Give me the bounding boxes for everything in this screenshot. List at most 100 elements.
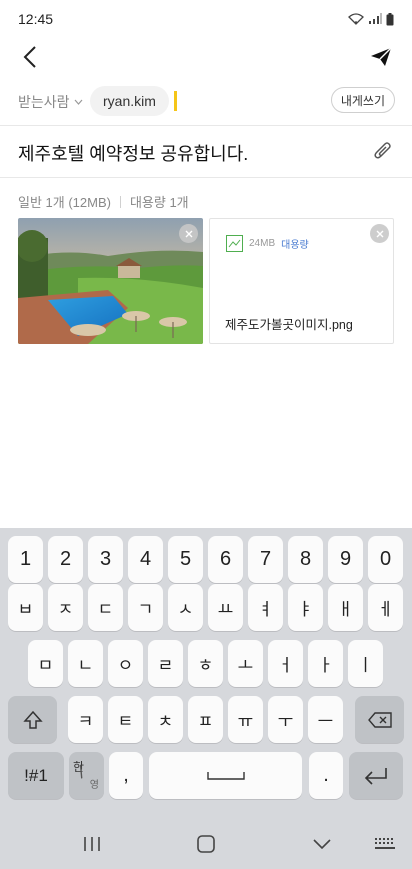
- key-hangul[interactable]: ㅔ: [368, 584, 403, 631]
- key-hangul[interactable]: ㅇ: [108, 640, 143, 687]
- period-key[interactable]: .: [309, 752, 343, 799]
- file-attachment[interactable]: 24MB 대용량 제주도가볼곳이미지.png: [209, 218, 394, 344]
- key-hangul[interactable]: ㄴ: [68, 640, 103, 687]
- key-0[interactable]: 0: [368, 536, 403, 583]
- shift-key[interactable]: [8, 696, 57, 743]
- enter-key[interactable]: [349, 752, 403, 799]
- keyboard-icon: [375, 838, 395, 849]
- back-nav-button[interactable]: [310, 830, 334, 858]
- close-icon: [376, 230, 383, 237]
- key-hangul[interactable]: ㄹ: [148, 640, 183, 687]
- recipient-label-text: 받는사람: [18, 94, 70, 110]
- key-4[interactable]: 4: [128, 536, 163, 583]
- key-hangul[interactable]: ㅁ: [28, 640, 63, 687]
- backspace-icon: [367, 711, 392, 728]
- paper-plane-icon: [371, 47, 392, 66]
- key-6[interactable]: 6: [208, 536, 243, 583]
- write-to-self-button[interactable]: 내게쓰기: [330, 87, 395, 113]
- separator: [119, 195, 121, 208]
- attach-button[interactable]: [370, 138, 396, 164]
- shift-icon: [22, 710, 43, 729]
- space-key[interactable]: [149, 752, 302, 799]
- top-bar: [0, 38, 412, 76]
- language-key[interactable]: 한 / 영: [69, 752, 104, 799]
- key-hangul[interactable]: ㅓ: [268, 640, 303, 687]
- key-hangul[interactable]: ㅈ: [48, 584, 83, 631]
- signal-icon: [369, 13, 382, 24]
- attachment-summary: 일반 1개 (12MB) 대용량 1개: [18, 192, 189, 211]
- key-hangul[interactable]: ㄱ: [128, 584, 163, 631]
- key-hangul[interactable]: ㅏ: [308, 640, 343, 687]
- chevron-left-icon: [23, 46, 36, 68]
- key-9[interactable]: 9: [328, 536, 363, 583]
- key-hangul[interactable]: ㅐ: [328, 584, 363, 631]
- recipient-row: 받는사람 ryan.kim 내게쓰기: [0, 82, 412, 120]
- chevron-down-icon: [313, 839, 331, 849]
- system-nav-bar: [0, 820, 412, 869]
- language-key-face: 한 / 영: [69, 752, 104, 799]
- recipient-label[interactable]: 받는사람: [18, 92, 83, 112]
- remove-attachment-button[interactable]: [370, 224, 389, 243]
- backspace-key[interactable]: [355, 696, 404, 743]
- key-hangul[interactable]: ㅅ: [168, 584, 203, 631]
- file-meta: 24MB 대용량: [226, 235, 309, 252]
- divider: [0, 177, 412, 178]
- recipient-chip[interactable]: ryan.kim: [90, 86, 169, 116]
- remove-attachment-button[interactable]: [179, 224, 198, 243]
- key-7[interactable]: 7: [248, 536, 283, 583]
- key-5[interactable]: 5: [168, 536, 203, 583]
- close-icon: [185, 230, 192, 237]
- keyboard: 1 2 3 4 5 6 7 8 9 0 ㅂ ㅈ ㄷ ㄱ ㅅ ㅛ ㅕ ㅑ ㅐ ㅔ …: [0, 528, 412, 820]
- key-hangul[interactable]: ㅛ: [208, 584, 243, 631]
- home-button[interactable]: [194, 830, 218, 858]
- key-hangul[interactable]: ㅣ: [348, 640, 383, 687]
- key-hangul[interactable]: ㅎ: [188, 640, 223, 687]
- status-time: 12:45: [18, 11, 54, 27]
- chevron-down-icon: [74, 99, 82, 105]
- key-hangul[interactable]: ㅂ: [8, 584, 43, 631]
- key-hangul[interactable]: ㅠ: [228, 696, 263, 743]
- image-attachment[interactable]: [18, 218, 203, 344]
- key-hangul[interactable]: ㅌ: [108, 696, 143, 743]
- language-key-bottom: 영: [89, 780, 99, 791]
- keyboard-toggle-button[interactable]: [372, 830, 398, 858]
- large-attachment-summary: 대용량 1개: [129, 195, 189, 210]
- key-hangul[interactable]: ㅕ: [248, 584, 283, 631]
- comma-key[interactable]: ,: [109, 752, 143, 799]
- key-hangul[interactable]: ㅜ: [268, 696, 303, 743]
- file-name: 제주도가볼곳이미지.png: [225, 318, 353, 332]
- divider: [0, 125, 412, 126]
- enter-icon: [364, 767, 387, 785]
- wifi-icon: [348, 13, 364, 25]
- key-1[interactable]: 1: [8, 536, 43, 583]
- key-2[interactable]: 2: [48, 536, 83, 583]
- normal-attachment-summary: 일반 1개 (12MB): [18, 195, 111, 210]
- key-hangul[interactable]: ㅗ: [228, 640, 263, 687]
- key-hangul[interactable]: ㅋ: [68, 696, 103, 743]
- key-8[interactable]: 8: [288, 536, 323, 583]
- photo-thumbnail: [18, 218, 203, 344]
- status-bar: 12:45: [0, 0, 412, 38]
- battery-icon: [386, 12, 394, 25]
- subject-row: 제주호텔 예약정보 공유합니다.: [0, 128, 412, 176]
- space-icon: [206, 771, 245, 780]
- status-icons: [348, 12, 394, 26]
- home-icon: [197, 835, 215, 853]
- key-hangul[interactable]: ㄷ: [88, 584, 123, 631]
- subject-input[interactable]: 제주호텔 예약정보 공유합니다.: [18, 140, 248, 166]
- recent-apps-button[interactable]: [80, 830, 104, 858]
- key-3[interactable]: 3: [88, 536, 123, 583]
- paperclip-icon: [374, 142, 391, 159]
- key-hangul[interactable]: ㅑ: [288, 584, 323, 631]
- symbols-key[interactable]: !#1: [8, 752, 64, 799]
- key-hangul[interactable]: ㅡ: [308, 696, 343, 743]
- text-cursor: [174, 91, 177, 111]
- key-hangul[interactable]: ㅊ: [148, 696, 183, 743]
- image-file-icon: [226, 235, 243, 252]
- file-size: 24MB: [249, 238, 276, 249]
- back-button[interactable]: [16, 42, 44, 72]
- large-file-tag: 대용량: [281, 240, 309, 251]
- key-hangul[interactable]: ㅍ: [188, 696, 223, 743]
- send-button[interactable]: [366, 42, 396, 72]
- recent-apps-icon: [84, 837, 100, 851]
